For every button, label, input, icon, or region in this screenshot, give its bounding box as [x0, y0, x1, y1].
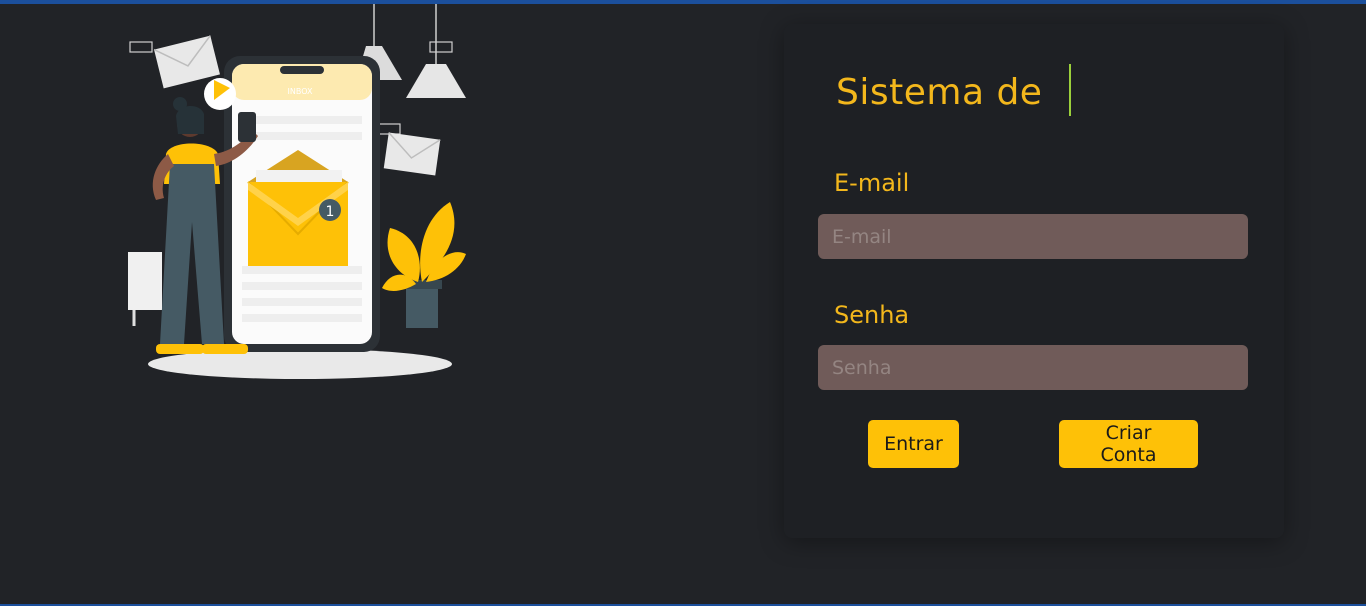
login-card: Sistema de E-mail Senha Entrar Criar Con… — [784, 24, 1284, 538]
title-row: Sistema de — [836, 64, 1042, 120]
password-input[interactable] — [818, 345, 1248, 390]
screen-header-text: INBOX — [288, 87, 313, 96]
text-cursor — [1069, 64, 1071, 116]
password-label: Senha — [834, 301, 910, 329]
page-title: Sistema de — [836, 71, 1043, 113]
email-input[interactable] — [818, 214, 1248, 259]
login-button[interactable]: Entrar — [868, 420, 959, 468]
email-label: E-mail — [834, 169, 910, 197]
create-account-button[interactable]: Criar Conta — [1059, 420, 1198, 468]
email-illustration: INBOX 1 — [128, 4, 466, 379]
badge-count-text: 1 — [326, 204, 335, 220]
